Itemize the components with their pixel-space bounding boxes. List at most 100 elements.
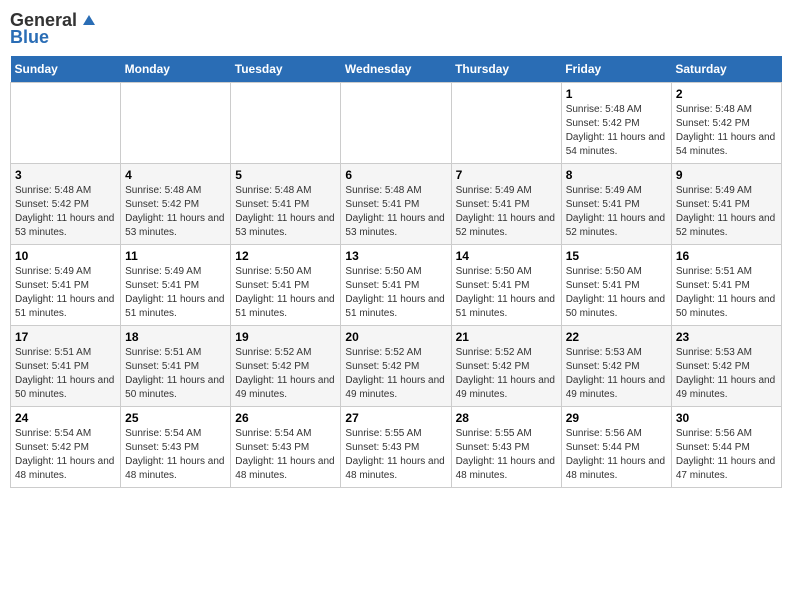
day-number: 28 [456, 411, 557, 425]
day-info: Sunrise: 5:53 AMSunset: 5:42 PMDaylight:… [566, 346, 667, 402]
logo: General Blue [10, 10, 99, 48]
calendar-cell: 14 Sunrise: 5:50 AMSunset: 5:41 PMDaylig… [451, 245, 561, 326]
calendar-cell: 16 Sunrise: 5:51 AMSunset: 5:41 PMDaylig… [671, 245, 781, 326]
day-info: Sunrise: 5:50 AMSunset: 5:41 PMDaylight:… [456, 265, 557, 321]
logo-triangle-icon [79, 11, 99, 31]
calendar-cell: 26 Sunrise: 5:54 AMSunset: 5:43 PMDaylig… [231, 407, 341, 488]
calendar-cell: 19 Sunrise: 5:52 AMSunset: 5:42 PMDaylig… [231, 326, 341, 407]
day-number: 14 [456, 249, 557, 263]
day-info: Sunrise: 5:54 AMSunset: 5:43 PMDaylight:… [235, 427, 336, 483]
day-number: 7 [456, 168, 557, 182]
day-number: 3 [15, 168, 116, 182]
calendar-cell: 20 Sunrise: 5:52 AMSunset: 5:42 PMDaylig… [341, 326, 451, 407]
calendar-cell: 29 Sunrise: 5:56 AMSunset: 5:44 PMDaylig… [561, 407, 671, 488]
calendar-cell: 15 Sunrise: 5:50 AMSunset: 5:41 PMDaylig… [561, 245, 671, 326]
logo-blue: Blue [10, 27, 49, 48]
day-number: 11 [125, 249, 226, 263]
calendar-week-row: 3 Sunrise: 5:48 AMSunset: 5:42 PMDayligh… [11, 164, 782, 245]
day-info: Sunrise: 5:56 AMSunset: 5:44 PMDaylight:… [676, 427, 777, 483]
calendar-week-row: 17 Sunrise: 5:51 AMSunset: 5:41 PMDaylig… [11, 326, 782, 407]
day-number: 22 [566, 330, 667, 344]
page-header: General Blue [10, 10, 782, 48]
calendar-cell: 6 Sunrise: 5:48 AMSunset: 5:41 PMDayligh… [341, 164, 451, 245]
calendar-cell [451, 83, 561, 164]
day-info: Sunrise: 5:55 AMSunset: 5:43 PMDaylight:… [345, 427, 446, 483]
calendar-cell: 8 Sunrise: 5:49 AMSunset: 5:41 PMDayligh… [561, 164, 671, 245]
calendar-cell: 23 Sunrise: 5:53 AMSunset: 5:42 PMDaylig… [671, 326, 781, 407]
calendar-week-row: 10 Sunrise: 5:49 AMSunset: 5:41 PMDaylig… [11, 245, 782, 326]
calendar-cell: 12 Sunrise: 5:50 AMSunset: 5:41 PMDaylig… [231, 245, 341, 326]
day-number: 27 [345, 411, 446, 425]
day-info: Sunrise: 5:48 AMSunset: 5:42 PMDaylight:… [566, 103, 667, 159]
calendar-cell [341, 83, 451, 164]
day-number: 5 [235, 168, 336, 182]
day-info: Sunrise: 5:48 AMSunset: 5:42 PMDaylight:… [125, 184, 226, 240]
day-number: 4 [125, 168, 226, 182]
day-info: Sunrise: 5:49 AMSunset: 5:41 PMDaylight:… [15, 265, 116, 321]
day-info: Sunrise: 5:48 AMSunset: 5:41 PMDaylight:… [345, 184, 446, 240]
day-number: 2 [676, 87, 777, 101]
calendar-cell: 9 Sunrise: 5:49 AMSunset: 5:41 PMDayligh… [671, 164, 781, 245]
day-info: Sunrise: 5:48 AMSunset: 5:42 PMDaylight:… [15, 184, 116, 240]
calendar-cell: 4 Sunrise: 5:48 AMSunset: 5:42 PMDayligh… [121, 164, 231, 245]
day-info: Sunrise: 5:49 AMSunset: 5:41 PMDaylight:… [566, 184, 667, 240]
calendar-cell: 1 Sunrise: 5:48 AMSunset: 5:42 PMDayligh… [561, 83, 671, 164]
weekday-header: Wednesday [341, 56, 451, 83]
day-info: Sunrise: 5:48 AMSunset: 5:42 PMDaylight:… [676, 103, 777, 159]
day-number: 12 [235, 249, 336, 263]
calendar-cell: 21 Sunrise: 5:52 AMSunset: 5:42 PMDaylig… [451, 326, 561, 407]
weekday-header: Tuesday [231, 56, 341, 83]
day-number: 29 [566, 411, 667, 425]
day-number: 30 [676, 411, 777, 425]
day-info: Sunrise: 5:50 AMSunset: 5:41 PMDaylight:… [345, 265, 446, 321]
day-info: Sunrise: 5:48 AMSunset: 5:41 PMDaylight:… [235, 184, 336, 240]
calendar-cell: 7 Sunrise: 5:49 AMSunset: 5:41 PMDayligh… [451, 164, 561, 245]
day-number: 17 [15, 330, 116, 344]
day-info: Sunrise: 5:50 AMSunset: 5:41 PMDaylight:… [235, 265, 336, 321]
day-number: 18 [125, 330, 226, 344]
day-number: 21 [456, 330, 557, 344]
day-info: Sunrise: 5:49 AMSunset: 5:41 PMDaylight:… [456, 184, 557, 240]
day-number: 9 [676, 168, 777, 182]
day-info: Sunrise: 5:49 AMSunset: 5:41 PMDaylight:… [125, 265, 226, 321]
weekday-header: Thursday [451, 56, 561, 83]
day-info: Sunrise: 5:50 AMSunset: 5:41 PMDaylight:… [566, 265, 667, 321]
day-number: 1 [566, 87, 667, 101]
day-info: Sunrise: 5:53 AMSunset: 5:42 PMDaylight:… [676, 346, 777, 402]
day-number: 15 [566, 249, 667, 263]
calendar-cell [231, 83, 341, 164]
day-info: Sunrise: 5:56 AMSunset: 5:44 PMDaylight:… [566, 427, 667, 483]
day-info: Sunrise: 5:52 AMSunset: 5:42 PMDaylight:… [456, 346, 557, 402]
day-number: 8 [566, 168, 667, 182]
day-number: 26 [235, 411, 336, 425]
day-number: 16 [676, 249, 777, 263]
day-info: Sunrise: 5:51 AMSunset: 5:41 PMDaylight:… [125, 346, 226, 402]
day-number: 6 [345, 168, 446, 182]
calendar-week-row: 1 Sunrise: 5:48 AMSunset: 5:42 PMDayligh… [11, 83, 782, 164]
calendar-cell: 22 Sunrise: 5:53 AMSunset: 5:42 PMDaylig… [561, 326, 671, 407]
calendar-cell: 30 Sunrise: 5:56 AMSunset: 5:44 PMDaylig… [671, 407, 781, 488]
day-info: Sunrise: 5:54 AMSunset: 5:42 PMDaylight:… [15, 427, 116, 483]
calendar-cell: 25 Sunrise: 5:54 AMSunset: 5:43 PMDaylig… [121, 407, 231, 488]
header-row: SundayMondayTuesdayWednesdayThursdayFrid… [11, 56, 782, 83]
day-number: 25 [125, 411, 226, 425]
day-info: Sunrise: 5:55 AMSunset: 5:43 PMDaylight:… [456, 427, 557, 483]
calendar-cell: 5 Sunrise: 5:48 AMSunset: 5:41 PMDayligh… [231, 164, 341, 245]
day-info: Sunrise: 5:52 AMSunset: 5:42 PMDaylight:… [235, 346, 336, 402]
day-number: 23 [676, 330, 777, 344]
calendar-cell: 3 Sunrise: 5:48 AMSunset: 5:42 PMDayligh… [11, 164, 121, 245]
calendar-cell: 10 Sunrise: 5:49 AMSunset: 5:41 PMDaylig… [11, 245, 121, 326]
day-info: Sunrise: 5:51 AMSunset: 5:41 PMDaylight:… [15, 346, 116, 402]
day-info: Sunrise: 5:52 AMSunset: 5:42 PMDaylight:… [345, 346, 446, 402]
calendar-table: SundayMondayTuesdayWednesdayThursdayFrid… [10, 56, 782, 488]
day-number: 19 [235, 330, 336, 344]
calendar-cell: 2 Sunrise: 5:48 AMSunset: 5:42 PMDayligh… [671, 83, 781, 164]
calendar-cell [11, 83, 121, 164]
day-info: Sunrise: 5:51 AMSunset: 5:41 PMDaylight:… [676, 265, 777, 321]
calendar-week-row: 24 Sunrise: 5:54 AMSunset: 5:42 PMDaylig… [11, 407, 782, 488]
calendar-cell: 13 Sunrise: 5:50 AMSunset: 5:41 PMDaylig… [341, 245, 451, 326]
weekday-header: Saturday [671, 56, 781, 83]
calendar-cell: 18 Sunrise: 5:51 AMSunset: 5:41 PMDaylig… [121, 326, 231, 407]
day-info: Sunrise: 5:54 AMSunset: 5:43 PMDaylight:… [125, 427, 226, 483]
calendar-cell: 24 Sunrise: 5:54 AMSunset: 5:42 PMDaylig… [11, 407, 121, 488]
